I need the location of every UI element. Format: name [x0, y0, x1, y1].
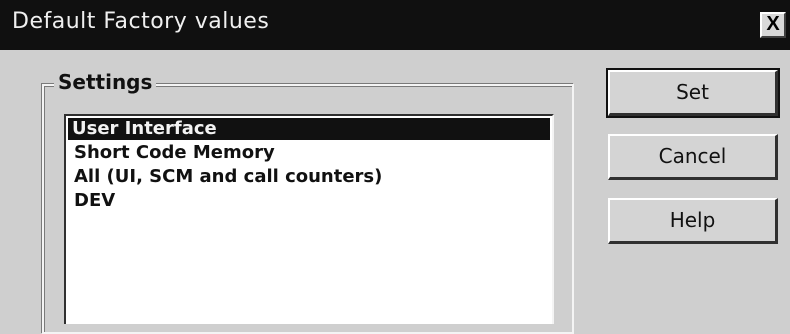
settings-listbox[interactable]: User Interface Short Code Memory All (UI…: [64, 114, 554, 324]
dialog-title: Default Factory values: [12, 9, 270, 34]
list-item-all[interactable]: All (UI, SCM and call counters): [70, 166, 386, 188]
close-icon: X: [766, 13, 780, 35]
list-item-dev[interactable]: DEV: [70, 190, 119, 212]
set-button[interactable]: Set: [606, 68, 780, 118]
list-item-user-interface[interactable]: User Interface: [68, 118, 550, 140]
list-item-short-code-memory[interactable]: Short Code Memory: [70, 142, 279, 164]
settings-group-label: Settings: [54, 70, 157, 94]
default-factory-values-dialog: Default Factory values X Settings User I…: [0, 0, 790, 334]
cancel-button[interactable]: Cancel: [608, 134, 778, 180]
title-bar[interactable]: Default Factory values X: [0, 0, 790, 50]
help-button[interactable]: Help: [608, 198, 778, 244]
close-button[interactable]: X: [760, 12, 786, 38]
